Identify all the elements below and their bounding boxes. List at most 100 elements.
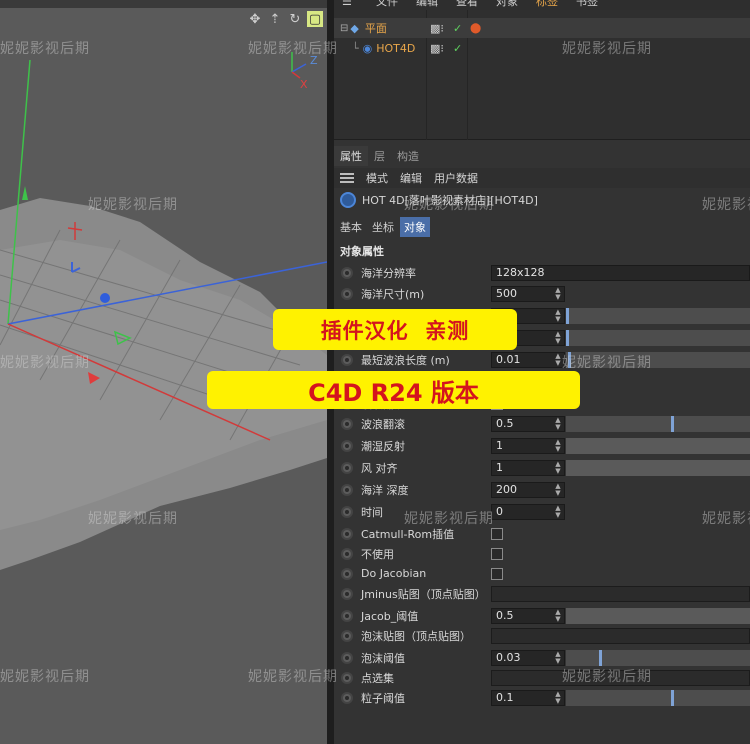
- animate-radio-icon[interactable]: [341, 439, 353, 452]
- property-slider[interactable]: [566, 649, 750, 666]
- spinner-icon[interactable]: ▲ ▼: [553, 608, 563, 623]
- animate-radio-icon[interactable]: [341, 587, 353, 600]
- spinner-icon[interactable]: ▲ ▼: [553, 690, 563, 705]
- object-manager-menubar: ☰ 文件 编辑 查看 对象 标签 书签: [334, 0, 750, 10]
- object-title: HOT 4D[落叶影视素材店][HOT4D]: [340, 192, 538, 208]
- tab-structure[interactable]: 构造: [391, 146, 425, 166]
- property-link-field[interactable]: [491, 669, 750, 686]
- spinner-icon[interactable]: ▲ ▼: [553, 416, 563, 431]
- animate-radio-icon[interactable]: [341, 505, 353, 518]
- property-slider[interactable]: [566, 307, 750, 324]
- property-label: 海洋分辨率: [361, 266, 416, 280]
- material-tag-icon[interactable]: ⬤: [470, 23, 481, 34]
- property-slider[interactable]: [566, 415, 750, 432]
- property-link-field[interactable]: [491, 627, 750, 644]
- property-link-field[interactable]: [491, 585, 750, 602]
- animate-radio-icon[interactable]: [341, 567, 353, 580]
- spinner-icon[interactable]: ▲ ▼: [553, 308, 563, 323]
- property-checkbox[interactable]: [491, 527, 503, 540]
- animate-radio-icon[interactable]: [341, 547, 353, 560]
- property-row: 风 对齐 1 ▲ ▼: [334, 457, 750, 478]
- animate-radio-icon[interactable]: [341, 651, 353, 664]
- rotate-view-icon[interactable]: ↻: [287, 11, 303, 27]
- visibility-icon[interactable]: ▩⁝: [430, 22, 444, 35]
- property-row: 点选集: [334, 667, 750, 688]
- animate-radio-icon[interactable]: [341, 266, 353, 279]
- tab-object[interactable]: 对象: [400, 217, 430, 237]
- attribute-menu: 模式 编辑 用户数据: [334, 168, 750, 188]
- menu-mode[interactable]: 模式: [366, 170, 388, 186]
- menu-object[interactable]: 对象: [496, 0, 518, 7]
- z-handle[interactable]: [100, 293, 110, 303]
- animate-radio-icon[interactable]: [341, 417, 353, 430]
- spinner-icon[interactable]: ▲ ▼: [553, 438, 563, 453]
- property-label: 粒子阈值: [361, 691, 405, 705]
- property-slider[interactable]: [566, 437, 750, 454]
- animate-radio-icon[interactable]: [341, 691, 353, 704]
- hamburger-icon[interactable]: ☰: [342, 0, 358, 7]
- property-slider[interactable]: [566, 351, 750, 368]
- spinner-icon[interactable]: ▲ ▼: [553, 482, 563, 497]
- promo-banner-1: 插件汉化 亲测: [273, 309, 517, 350]
- object-row-plane[interactable]: ⊟ ◆ 平面 ▩⁝ ✓ ⬤: [334, 18, 750, 38]
- animate-radio-icon[interactable]: [341, 353, 353, 366]
- spinner-icon[interactable]: ▲ ▼: [553, 286, 563, 301]
- dolly-icon[interactable]: ⇡: [267, 11, 283, 27]
- menu-user-data[interactable]: 用户数据: [434, 170, 478, 186]
- tab-basic[interactable]: 基本: [336, 217, 366, 237]
- y-handle[interactable]: [22, 186, 28, 200]
- property-label: Jminus贴图（顶点贴图）: [361, 587, 486, 601]
- animate-radio-icon[interactable]: [341, 483, 353, 496]
- menu-file[interactable]: 文件: [376, 0, 398, 7]
- property-slider[interactable]: [566, 459, 750, 476]
- animate-radio-icon[interactable]: [341, 671, 353, 684]
- maximize-view-icon[interactable]: ▢: [307, 11, 323, 27]
- property-slider[interactable]: [566, 329, 750, 346]
- tab-attributes[interactable]: 属性: [334, 146, 368, 166]
- slider-knob[interactable]: [599, 649, 602, 666]
- property-checkbox[interactable]: [491, 567, 503, 580]
- slider-knob[interactable]: [671, 415, 674, 432]
- tab-coord[interactable]: 坐标: [368, 217, 398, 237]
- tree-line: └: [352, 41, 359, 55]
- animate-radio-icon[interactable]: [341, 629, 353, 642]
- slider-knob[interactable]: [566, 329, 569, 346]
- menu-bookmarks[interactable]: 书签: [576, 0, 598, 7]
- property-value-field[interactable]: 128x128: [491, 264, 750, 281]
- object-name: 平面: [364, 22, 387, 35]
- visibility-icon[interactable]: ▩⁝: [430, 42, 444, 55]
- property-row: 波浪翻滚 0.5 ▲ ▼: [334, 413, 750, 434]
- spinner-icon[interactable]: ▲ ▼: [553, 504, 563, 519]
- property-slider[interactable]: [566, 689, 750, 706]
- hamburger-icon[interactable]: [340, 173, 354, 183]
- animate-radio-icon[interactable]: [341, 527, 353, 540]
- slider-knob[interactable]: [671, 689, 674, 706]
- property-row: 潮湿反射 1 ▲ ▼: [334, 435, 750, 456]
- enabled-check-icon[interactable]: ✓: [453, 42, 462, 55]
- menu-edit[interactable]: 编辑: [400, 170, 422, 186]
- collapse-icon[interactable]: ⊟: [340, 23, 348, 34]
- animate-radio-icon[interactable]: [341, 461, 353, 474]
- property-label: 时间: [361, 505, 383, 519]
- slider-knob[interactable]: [568, 351, 571, 368]
- property-row: 海洋分辨率 128x128: [334, 262, 750, 283]
- spinner-icon[interactable]: ▲ ▼: [553, 352, 563, 367]
- slider-knob[interactable]: [566, 307, 569, 324]
- property-row: Do Jacobian: [334, 563, 750, 584]
- spinner-icon[interactable]: ▲ ▼: [553, 460, 563, 475]
- property-label: 不使用: [361, 547, 394, 561]
- move-view-icon[interactable]: ✥: [247, 11, 263, 27]
- spinner-icon[interactable]: ▲ ▼: [553, 330, 563, 345]
- property-checkbox[interactable]: [491, 547, 503, 560]
- animate-radio-icon[interactable]: [341, 609, 353, 622]
- menu-tags[interactable]: 标签: [536, 0, 558, 7]
- menu-view[interactable]: 查看: [456, 0, 478, 7]
- property-slider[interactable]: [566, 607, 750, 624]
- tab-layers[interactable]: 层: [368, 146, 391, 166]
- spinner-icon[interactable]: ▲ ▼: [553, 650, 563, 665]
- enabled-check-icon[interactable]: ✓: [453, 22, 462, 35]
- object-row-hot4d[interactable]: └ ◉ HOT4D ▩⁝ ✓: [334, 38, 750, 58]
- animate-radio-icon[interactable]: [341, 287, 353, 300]
- menu-edit[interactable]: 编辑: [416, 0, 438, 7]
- orient-z: [291, 63, 307, 73]
